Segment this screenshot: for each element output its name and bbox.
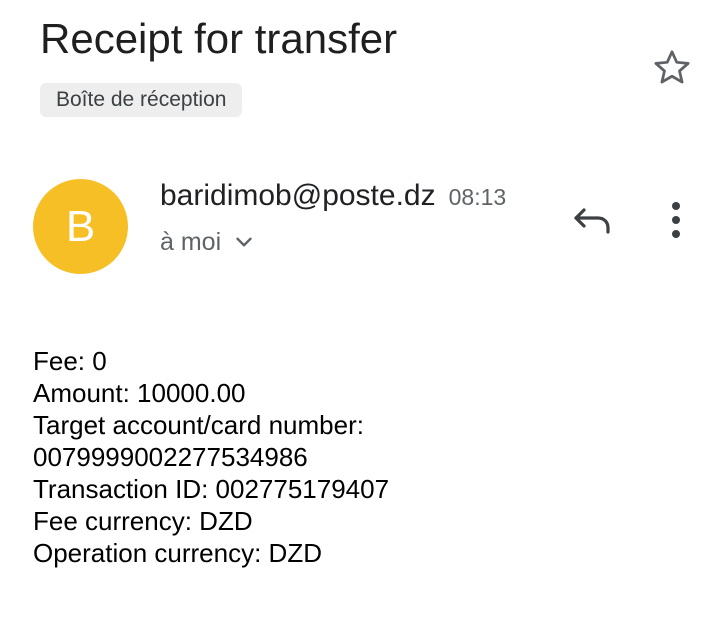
received-time: 08:13 [448,184,507,210]
chevron-down-icon [236,237,252,247]
body-line-fee-currency: Fee currency: DZD [33,506,253,536]
recipient-toggle[interactable]: à moi [160,224,257,260]
body-line-transaction-id: Transaction ID: 002775179407 [33,474,390,504]
sender-line: baridimob@poste.dz 08:13 [160,176,506,217]
more-options-button[interactable] [660,198,692,242]
body-line-operation-currency: Operation currency: DZD [33,538,322,568]
sender-avatar[interactable]: B [33,179,128,274]
body-line-amount: Amount: 10000.00 [33,378,246,408]
body-line-fee: Fee: 0 [33,346,107,376]
email-subject: Receipt for transfer [40,15,398,62]
email-body: Fee: 0 Amount: 10000.00 Target account/c… [33,345,389,569]
body-line-target-label: Target account/card number: [33,410,364,440]
star-outline-icon [654,50,690,84]
recipient-label: à moi [160,228,222,256]
star-button[interactable] [650,46,694,90]
reply-button[interactable] [568,198,616,242]
sender-address[interactable]: baridimob@poste.dz [160,176,436,216]
reply-icon [574,208,610,234]
body-line-target-number: 0079999002277534986 [33,442,308,472]
more-vert-icon [672,202,680,238]
label-chip-inbox[interactable]: Boîte de réception [40,83,243,117]
